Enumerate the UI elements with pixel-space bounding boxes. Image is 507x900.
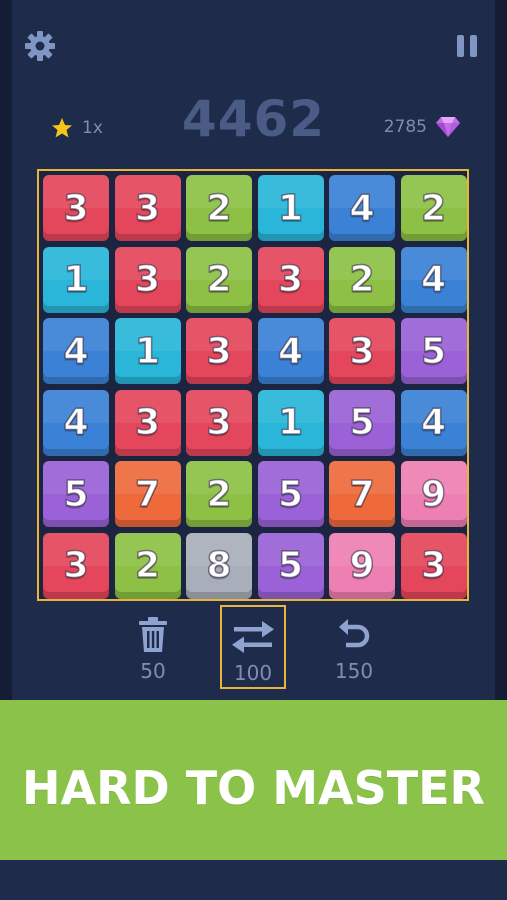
tile-value: 5 (349, 401, 376, 444)
pause-icon (457, 35, 477, 57)
tile[interactable]: 1 (257, 175, 324, 241)
tile[interactable]: 8 (186, 532, 252, 599)
tile-value: 4 (420, 401, 447, 444)
tile[interactable]: 2 (186, 461, 252, 527)
tile[interactable]: 5 (400, 318, 467, 384)
tile-value: 5 (277, 544, 304, 587)
tile[interactable]: 3 (114, 389, 181, 456)
tile-value: 9 (420, 473, 447, 516)
tile[interactable]: 4 (400, 389, 467, 456)
tile[interactable]: 7 (114, 461, 181, 527)
tile[interactable]: 4 (43, 318, 109, 384)
tile[interactable]: 3 (400, 532, 467, 599)
tile[interactable]: 1 (257, 389, 324, 456)
tile[interactable]: 2 (400, 175, 467, 241)
tile-value: 4 (63, 330, 90, 373)
tile-value: 1 (63, 258, 90, 301)
tile-value: 3 (134, 187, 161, 230)
tile[interactable]: 4 (400, 246, 467, 313)
tile[interactable]: 3 (186, 389, 252, 456)
gear-icon (25, 31, 55, 61)
tile-value: 2 (134, 544, 161, 587)
tile-value: 5 (420, 330, 447, 373)
tile[interactable]: 2 (186, 246, 252, 313)
pause-button[interactable] (449, 28, 485, 64)
tile-value: 2 (349, 258, 376, 301)
trash-icon (139, 617, 167, 652)
swap-arrows-icon (232, 621, 274, 653)
tile-value: 2 (206, 258, 233, 301)
swap-tool-button[interactable]: 100 (220, 605, 286, 689)
tile-value: 4 (63, 401, 90, 444)
tile[interactable]: 3 (43, 175, 109, 241)
tile-value: 7 (134, 473, 161, 516)
tile[interactable]: 1 (43, 246, 109, 313)
tile[interactable]: 9 (400, 461, 467, 527)
tile-value: 3 (63, 187, 90, 230)
tile[interactable]: 2 (329, 246, 395, 313)
tile[interactable]: 4 (329, 175, 395, 241)
tile-value: 1 (134, 330, 161, 373)
tile-value: 3 (206, 401, 233, 444)
tile-value: 7 (349, 473, 376, 516)
undo-tool-cost: 150 (334, 659, 374, 683)
tile[interactable]: 4 (257, 318, 324, 384)
tile-value: 2 (420, 187, 447, 230)
tile[interactable]: 1 (114, 318, 181, 384)
tile-value: 9 (349, 544, 376, 587)
trash-tool-cost: 50 (140, 659, 166, 683)
promo-banner: HARD TO MASTER (0, 700, 507, 860)
tile-value: 3 (134, 258, 161, 301)
game-screen: 1x 4462 2785 332142132324413435433154572… (0, 0, 507, 900)
tile[interactable]: 4 (43, 389, 109, 456)
tile-value: 2 (206, 473, 233, 516)
diamond-icon (436, 117, 460, 137)
tile-value: 3 (420, 544, 447, 587)
tile[interactable]: 3 (257, 246, 324, 313)
swap-tool-cost: 100 (233, 661, 273, 685)
tile[interactable]: 2 (186, 175, 252, 241)
undo-icon (339, 619, 370, 648)
undo-tool-button[interactable]: 150 (321, 605, 387, 689)
tile[interactable]: 3 (186, 318, 252, 384)
tile[interactable]: 5 (329, 389, 395, 456)
tile-value: 5 (277, 473, 304, 516)
tile-value: 3 (63, 544, 90, 587)
tile-value: 3 (349, 330, 376, 373)
tile-value: 3 (134, 401, 161, 444)
trash-tool-button[interactable]: 50 (120, 605, 186, 689)
tile[interactable]: 5 (43, 461, 109, 527)
tile[interactable]: 5 (257, 532, 324, 599)
tile[interactable]: 7 (329, 461, 395, 527)
tile-value: 4 (420, 258, 447, 301)
bottom-strip (0, 860, 507, 900)
banner-text: HARD TO MASTER (22, 761, 485, 815)
tile-value: 8 (206, 544, 233, 587)
tool-bar: 50 100 150 (0, 605, 507, 691)
tile-value: 3 (277, 258, 304, 301)
tile-value: 3 (206, 330, 233, 373)
tile[interactable]: 3 (114, 246, 181, 313)
tile-value: 1 (277, 187, 304, 230)
tile-grid: 3 3 2 1 4 2 1 3 2 3 2 4 4 1 3 4 3 5 4 3 3 1 5 4 5 7 2 5 7 9 3 2 8 5 9 3 (43, 175, 467, 599)
tile-value: 5 (63, 473, 90, 516)
tile-value: 2 (206, 187, 233, 230)
tile[interactable]: 3 (329, 318, 395, 384)
tile-value: 4 (349, 187, 376, 230)
game-board: 3 3 2 1 4 2 1 3 2 3 2 4 4 1 3 4 3 5 4 3 3 1 5 4 5 7 2 5 7 9 3 2 8 5 9 3 (37, 169, 469, 601)
gem-count-value: 2785 (383, 117, 427, 137)
tile[interactable]: 2 (114, 532, 181, 599)
tile[interactable]: 9 (329, 532, 395, 599)
settings-button[interactable] (22, 28, 58, 64)
tile[interactable]: 5 (257, 461, 324, 527)
gem-count: 2785 (384, 116, 461, 138)
tile[interactable]: 3 (114, 175, 181, 241)
tile-value: 1 (277, 401, 304, 444)
tile-value: 4 (277, 330, 304, 373)
tile[interactable]: 3 (43, 532, 109, 599)
